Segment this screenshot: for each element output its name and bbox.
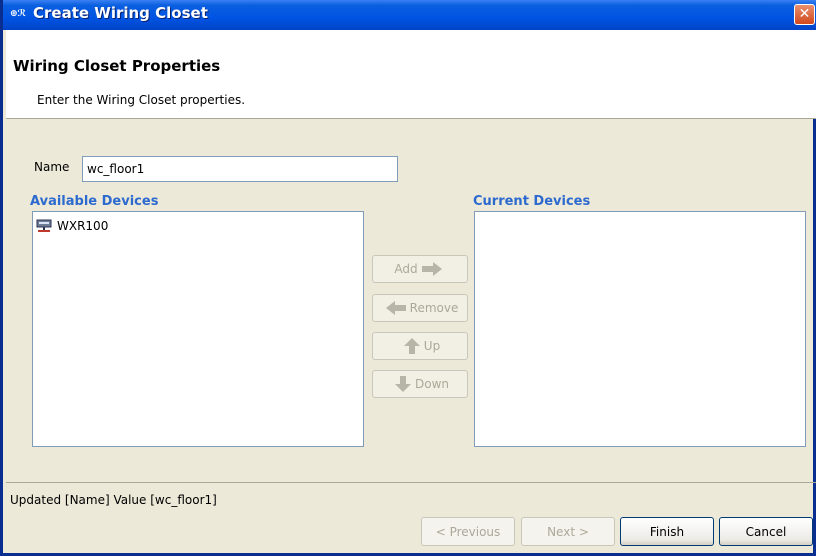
- arrow-left-icon: [385, 301, 406, 315]
- available-devices-list[interactable]: WXR100: [32, 211, 364, 447]
- next-button[interactable]: Next >: [521, 517, 615, 546]
- previous-label: < Previous: [435, 524, 501, 539]
- available-devices-label: Available Devices: [30, 194, 159, 209]
- add-button[interactable]: Add: [372, 255, 468, 283]
- remove-button[interactable]: Remove: [372, 294, 468, 322]
- current-devices-label: Current Devices: [473, 194, 591, 209]
- window-title: Create Wiring Closet: [33, 4, 208, 22]
- app-icon: ⊕ℛ: [10, 9, 26, 19]
- finish-label: Finish: [649, 524, 685, 539]
- arrow-up-icon: [403, 338, 420, 354]
- up-label: Up: [423, 339, 441, 353]
- title-bar[interactable]: ⊕ℛ Create Wiring Closet ✕: [3, 0, 816, 30]
- list-item[interactable]: WXR100: [36, 218, 108, 234]
- down-label: Down: [414, 377, 449, 391]
- close-button[interactable]: ✕: [794, 4, 815, 25]
- add-label: Add: [394, 262, 418, 276]
- close-icon: ✕: [798, 6, 811, 22]
- cancel-button[interactable]: Cancel: [719, 517, 813, 546]
- arrow-down-icon: [394, 376, 411, 392]
- current-devices-list[interactable]: [474, 211, 806, 447]
- up-button[interactable]: Up: [372, 332, 468, 360]
- wizard-window: ⊕ℛ Create Wiring Closet ✕ Wiring Closet …: [0, 0, 816, 556]
- name-label: Name: [34, 160, 70, 174]
- cancel-label: Cancel: [745, 524, 787, 539]
- network-device-icon: [36, 219, 52, 232]
- remove-label: Remove: [409, 301, 459, 315]
- arrow-right-icon: [421, 262, 442, 276]
- name-input[interactable]: [82, 156, 398, 182]
- previous-button[interactable]: < Previous: [421, 517, 515, 546]
- page-description: Enter the Wiring Closet properties.: [37, 93, 246, 107]
- header-panel: Wiring Closet Properties Enter the Wirin…: [6, 30, 816, 119]
- page-title: Wiring Closet Properties: [13, 57, 221, 75]
- next-label: Next >: [547, 524, 589, 539]
- down-button[interactable]: Down: [372, 370, 468, 398]
- device-label: WXR100: [57, 219, 109, 233]
- finish-button[interactable]: Finish: [620, 517, 714, 546]
- status-text: Updated [Name] Value [wc_floor1]: [10, 493, 217, 507]
